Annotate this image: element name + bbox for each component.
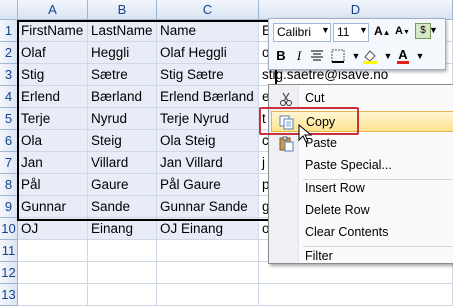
- italic-button[interactable]: I: [290, 46, 308, 66]
- cell-b3[interactable]: Sætre: [88, 64, 157, 86]
- mini-toolbar: Calibri ▼ 11 ▼ A▲ A▼ $ ▼ B I ▼ ▼ A ▼: [268, 18, 446, 70]
- cell-a11[interactable]: [18, 240, 88, 262]
- row-header-8[interactable]: 8: [0, 174, 18, 196]
- fill-color-icon[interactable]: [361, 46, 379, 66]
- cell-a9[interactable]: Gunnar: [18, 196, 88, 218]
- cell-c10[interactable]: OJ Einang: [157, 218, 259, 240]
- row-header-11[interactable]: 11: [0, 240, 18, 262]
- row-header-2[interactable]: 2: [0, 42, 18, 64]
- cell-b11[interactable]: [88, 240, 157, 262]
- chevron-down-icon[interactable]: ▼: [411, 46, 429, 66]
- row-header-1[interactable]: 1: [0, 20, 18, 42]
- cell-b5[interactable]: Nyrud: [88, 108, 157, 130]
- column-header-c[interactable]: C: [157, 0, 259, 20]
- shrink-font-icon[interactable]: A▼: [395, 25, 410, 37]
- chevron-down-icon[interactable]: ▼: [321, 25, 330, 35]
- cell-a5[interactable]: Terje: [18, 108, 88, 130]
- row-header-3[interactable]: 3: [0, 64, 18, 86]
- paste-icon: [278, 136, 294, 152]
- cell-d13[interactable]: [259, 284, 453, 306]
- cell-a13[interactable]: [18, 284, 88, 306]
- font-color-icon[interactable]: A: [394, 45, 412, 65]
- cell-a10[interactable]: OJ: [18, 218, 88, 240]
- menu-item-paste-special[interactable]: Paste Special...: [271, 155, 453, 176]
- borders-icon[interactable]: [329, 46, 347, 66]
- cell-c1[interactable]: Name: [157, 20, 259, 42]
- cell-c9[interactable]: Gunnar Sande: [157, 196, 259, 218]
- grow-font-icon[interactable]: A▲: [374, 24, 391, 38]
- cell-b9[interactable]: Sande: [88, 196, 157, 218]
- row-header-9[interactable]: 9: [0, 196, 18, 218]
- cell-c12[interactable]: [157, 262, 259, 284]
- cell-c2[interactable]: Olaf Heggli: [157, 42, 259, 64]
- align-center-icon[interactable]: [308, 46, 326, 66]
- cell-c13[interactable]: [157, 284, 259, 306]
- cell-a1[interactable]: FirstName: [18, 20, 88, 42]
- row-header-5[interactable]: 5: [0, 108, 18, 130]
- menu-item-filter[interactable]: Filter: [271, 246, 453, 267]
- cell-a12[interactable]: [18, 262, 88, 284]
- cell-c6[interactable]: Ola Steig: [157, 130, 259, 152]
- cell-c5[interactable]: Terje Nyrud: [157, 108, 259, 130]
- cell-b12[interactable]: [88, 262, 157, 284]
- cell-b8[interactable]: Gaure: [88, 174, 157, 196]
- select-all-corner[interactable]: [0, 0, 18, 20]
- cell-c3[interactable]: Stig Sætre: [157, 64, 259, 86]
- chevron-down-icon[interactable]: ▼: [359, 25, 368, 35]
- column-header-d[interactable]: D: [259, 0, 453, 20]
- chevron-down-icon[interactable]: ▼: [429, 25, 438, 35]
- cell-c11[interactable]: [157, 240, 259, 262]
- cell-a3[interactable]: Stig: [18, 64, 88, 86]
- cell-b4[interactable]: Bærland: [88, 86, 157, 108]
- cell-b6[interactable]: Steig: [88, 130, 157, 152]
- menu-item-clear-contents[interactable]: Clear Contents: [271, 222, 453, 243]
- cell-b2[interactable]: Heggli: [88, 42, 157, 64]
- cell-a8[interactable]: Pål: [18, 174, 88, 196]
- row-header-10[interactable]: 10: [0, 218, 18, 240]
- cell-a4[interactable]: Erlend: [18, 86, 88, 108]
- menu-item-insert-row[interactable]: Insert Row: [271, 178, 453, 199]
- cell-b1[interactable]: LastName: [88, 20, 157, 42]
- column-header-b[interactable]: B: [88, 0, 157, 20]
- cell-b10[interactable]: Einang: [88, 218, 157, 240]
- cell-c4[interactable]: Erlend Bærland: [157, 86, 259, 108]
- menu-item-cut[interactable]: Cut: [271, 88, 453, 109]
- cell-a6[interactable]: Ola: [18, 130, 88, 152]
- row-header-4[interactable]: 4: [0, 86, 18, 108]
- scissors-icon: [278, 91, 294, 106]
- row-header-13[interactable]: 13: [0, 284, 18, 306]
- bold-button[interactable]: B: [272, 46, 290, 66]
- mouse-cursor-icon: [298, 123, 313, 149]
- row-header-6[interactable]: 6: [0, 130, 18, 152]
- column-header-a[interactable]: A: [18, 0, 88, 20]
- row-header-12[interactable]: 12: [0, 262, 18, 284]
- cell-b7[interactable]: Villard: [88, 152, 157, 174]
- menu-item-delete-row[interactable]: Delete Row: [271, 200, 453, 221]
- cell-b13[interactable]: [88, 284, 157, 306]
- cell-c7[interactable]: Jan Villard: [157, 152, 259, 174]
- cell-a7[interactable]: Jan: [18, 152, 88, 174]
- cell-c8[interactable]: Pål Gaure: [157, 174, 259, 196]
- row-header-7[interactable]: 7: [0, 152, 18, 174]
- cell-a2[interactable]: Olaf: [18, 42, 88, 64]
